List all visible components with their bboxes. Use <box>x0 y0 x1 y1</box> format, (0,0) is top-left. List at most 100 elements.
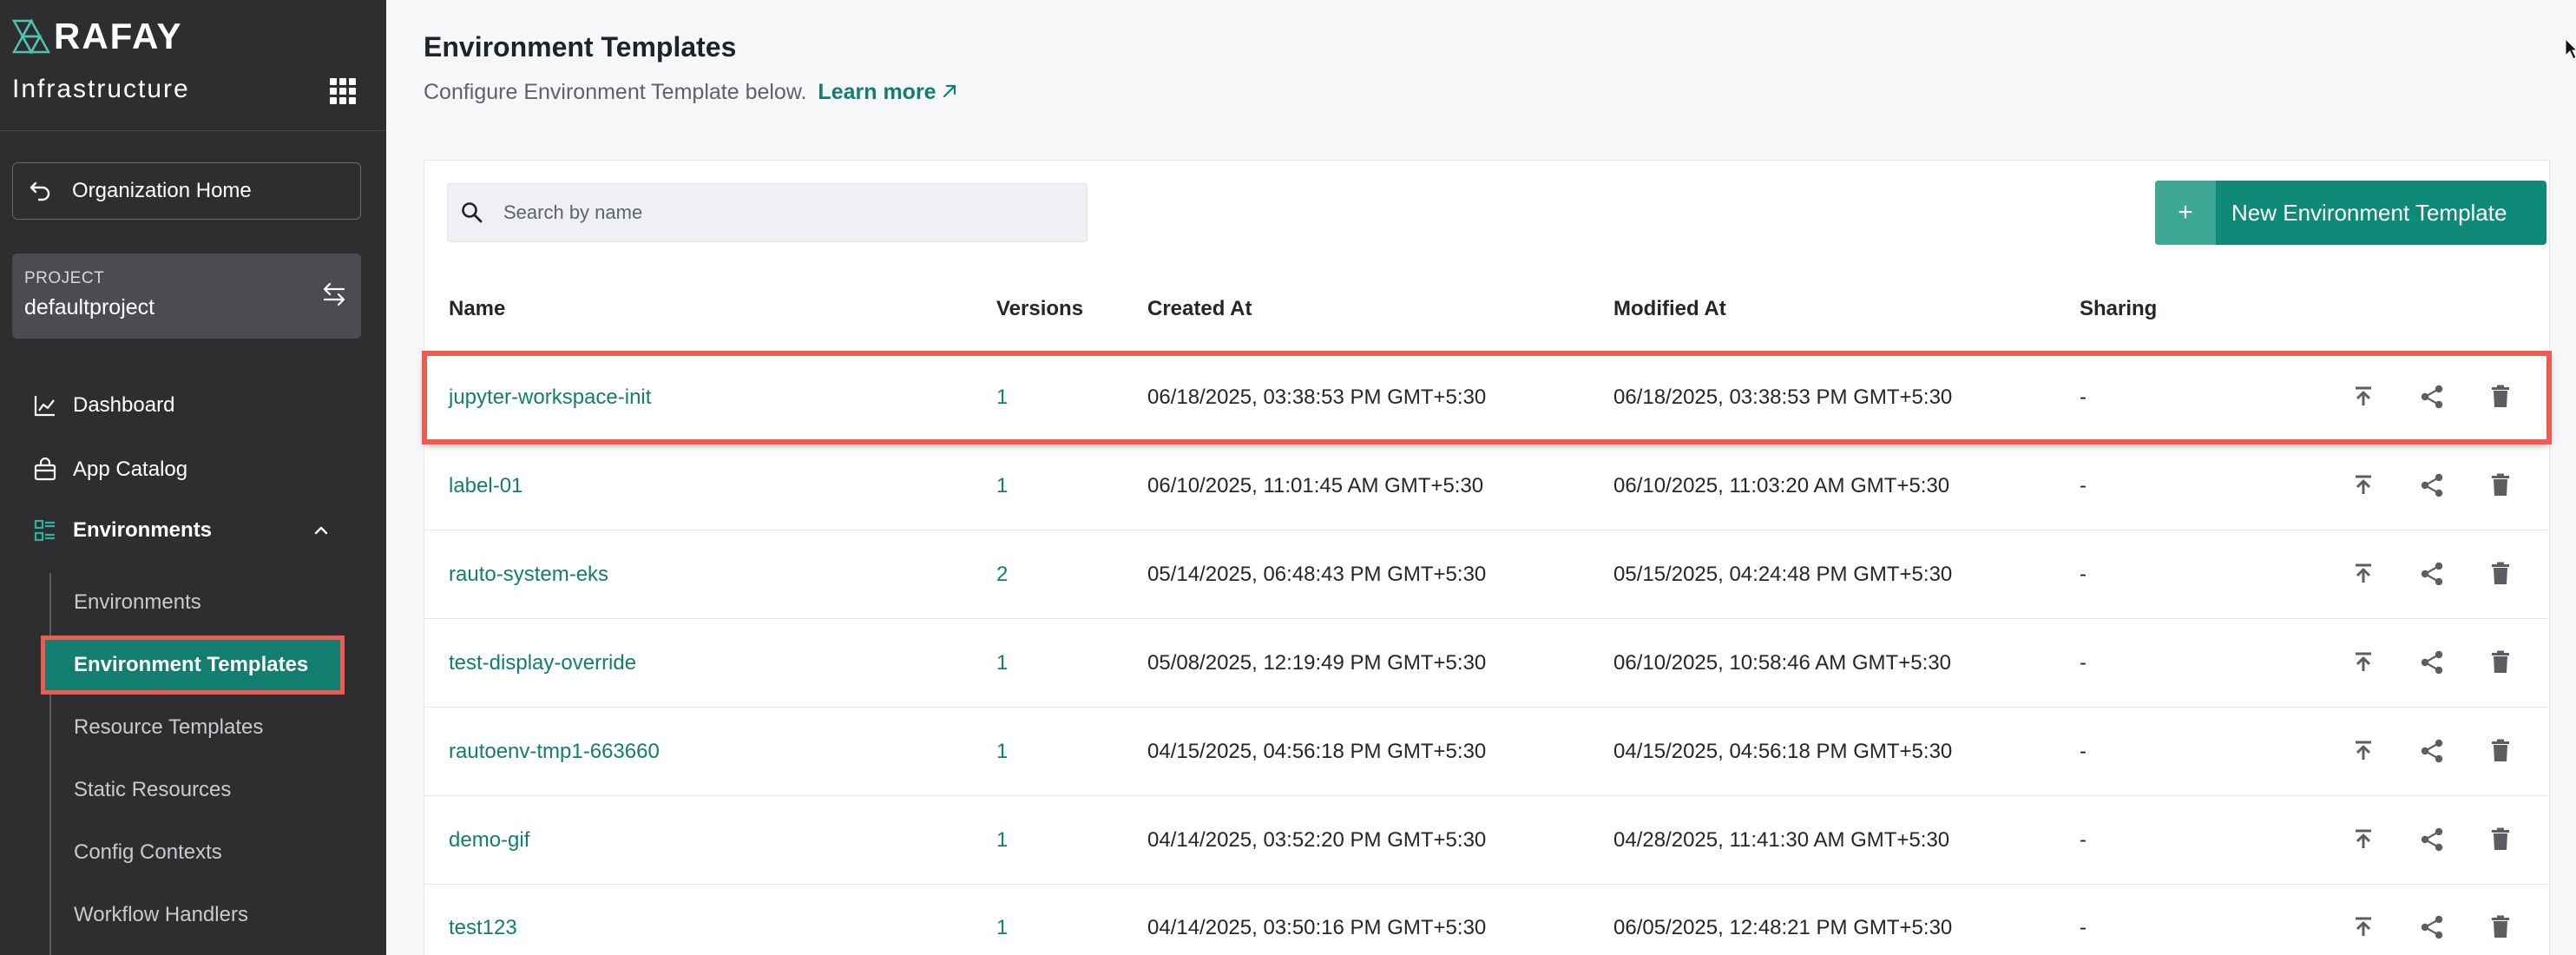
sidebar-subitem-config-contexts[interactable]: Config Contexts <box>74 831 222 874</box>
table-row[interactable]: test123 1 04/14/2025, 03:50:16 PM GMT+5:30… <box>424 884 2549 955</box>
mouse-cursor-icon <box>2565 38 2576 60</box>
section-title: Infrastructure <box>12 75 190 103</box>
template-name-link[interactable]: label-01 <box>449 442 522 530</box>
page-header <box>386 0 2576 139</box>
template-versions-link[interactable]: 1 <box>996 619 1008 707</box>
sidebar-item-app-catalog[interactable]: App Catalog <box>12 446 361 493</box>
sidebar-subitem-resource-templates[interactable]: Resource Templates <box>74 706 263 749</box>
created-at-cell: 05/08/2025, 12:19:49 PM GMT+5:30 <box>1147 650 1487 675</box>
template-versions-link[interactable]: 1 <box>996 796 1008 884</box>
table-row[interactable]: rauto-system-eks 2 05/14/2025, 06:48:43 PM… <box>424 530 2549 619</box>
sidebar-item-dashboard[interactable]: Dashboard <box>12 382 361 429</box>
back-arrow-icon <box>30 181 50 201</box>
created-at-cell: 04/15/2025, 04:56:18 PM GMT+5:30 <box>1147 739 1487 763</box>
sidebar-divider <box>0 130 386 131</box>
search-icon <box>462 202 483 223</box>
share-icon[interactable] <box>2417 736 2447 766</box>
modified-at-cell: 04/28/2025, 11:41:30 AM GMT+5:30 <box>1613 827 1950 852</box>
organization-home-button[interactable]: Organization Home <box>12 162 361 220</box>
sidebar-item-label: Dashboard <box>73 393 175 417</box>
template-versions-link[interactable]: 1 <box>996 884 1008 955</box>
modified-at-cell: 06/18/2025, 03:38:53 PM GMT+5:30 <box>1613 385 1953 409</box>
trash-icon[interactable] <box>2486 825 2515 854</box>
new-environment-template-button[interactable]: + New Environment Template <box>2155 181 2546 245</box>
trash-icon[interactable] <box>2486 471 2515 500</box>
trash-icon[interactable] <box>2486 912 2515 942</box>
sidebar-subitem-environments[interactable]: Environments <box>74 581 201 624</box>
page-subtitle-text: Configure Environment Template below. <box>424 80 807 104</box>
modified-at-cell: 06/10/2025, 10:58:46 AM GMT+5:30 <box>1613 650 1951 675</box>
plus-icon: + <box>2155 181 2216 245</box>
share-icon[interactable] <box>2417 559 2447 589</box>
logo-text: RAFAY <box>54 16 183 56</box>
catalog-bag-icon <box>34 458 56 481</box>
page-title: Environment Templates <box>424 31 737 63</box>
project-value: defaultproject <box>24 295 155 319</box>
template-name-link[interactable]: jupyter-workspace-init <box>449 353 651 441</box>
template-name-link[interactable]: rauto-system-eks <box>449 530 608 618</box>
sidebar-subitem-environment-templates[interactable]: Environment Templates <box>41 636 345 695</box>
chevron-up-icon[interactable] <box>311 520 332 541</box>
table-row[interactable]: demo-gif 1 04/14/2025, 03:52:20 PM GMT+5:3… <box>424 796 2549 885</box>
trash-icon[interactable] <box>2486 736 2515 766</box>
publish-icon[interactable] <box>2349 648 2378 677</box>
page-subtitle: Configure Environment Template below. Le… <box>424 80 959 105</box>
template-name-link[interactable]: rautoenv-tmp1-663660 <box>449 708 660 795</box>
trash-icon[interactable] <box>2486 382 2515 412</box>
share-icon[interactable] <box>2417 912 2447 942</box>
template-versions-link[interactable]: 1 <box>996 442 1008 530</box>
learn-more-link[interactable]: Learn more <box>818 80 958 104</box>
publish-icon[interactable] <box>2349 912 2378 942</box>
template-name-link[interactable]: demo-gif <box>449 796 529 884</box>
table-row[interactable]: label-01 1 06/10/2025, 11:01:45 AM GMT+5:3… <box>424 442 2549 530</box>
publish-icon[interactable] <box>2349 559 2378 589</box>
created-at-cell: 06/18/2025, 03:38:53 PM GMT+5:30 <box>1147 385 1487 409</box>
sharing-cell: - <box>2080 915 2086 939</box>
search-box[interactable] <box>447 183 1088 242</box>
template-versions-link[interactable]: 1 <box>996 708 1008 795</box>
share-icon[interactable] <box>2417 471 2447 500</box>
modified-at-cell: 06/10/2025, 11:03:20 AM GMT+5:30 <box>1613 473 1950 497</box>
template-name-link[interactable]: test-display-override <box>449 619 636 707</box>
publish-icon[interactable] <box>2349 471 2378 500</box>
sidebar-item-environments-group[interactable]: Environments <box>12 507 361 554</box>
column-header-versions[interactable]: Versions <box>996 297 1083 321</box>
dashboard-chart-icon <box>34 396 55 417</box>
project-selector[interactable]: PROJECT defaultproject <box>12 254 361 339</box>
column-header-sharing[interactable]: Sharing <box>2080 297 2157 321</box>
created-at-cell: 04/14/2025, 03:52:20 PM GMT+5:30 <box>1147 827 1487 852</box>
organization-home-label: Organization Home <box>72 179 252 202</box>
publish-icon[interactable] <box>2349 382 2378 412</box>
publish-icon[interactable] <box>2349 736 2378 766</box>
modified-at-cell: 06/05/2025, 12:48:21 PM GMT+5:30 <box>1613 915 1953 939</box>
table-row[interactable]: rautoenv-tmp1-663660 1 04/15/2025, 04:56:1… <box>424 708 2549 796</box>
sharing-cell: - <box>2080 385 2086 409</box>
publish-icon[interactable] <box>2349 825 2378 854</box>
search-input[interactable] <box>503 201 1059 224</box>
logo-icon <box>11 18 51 55</box>
column-header-created-at[interactable]: Created At <box>1147 297 1252 321</box>
share-icon[interactable] <box>2417 825 2447 854</box>
created-at-cell: 04/14/2025, 03:50:16 PM GMT+5:30 <box>1147 915 1487 939</box>
table-row[interactable]: jupyter-workspace-init 1 06/18/2025, 03:38… <box>422 351 2552 445</box>
column-header-name[interactable]: Name <box>449 297 505 321</box>
app-grid-icon[interactable] <box>330 78 356 104</box>
brand-logo[interactable]: RAFAY <box>10 16 183 57</box>
template-versions-link[interactable]: 1 <box>996 353 1008 441</box>
sidebar-subitem-workflow-handlers[interactable]: Workflow Handlers <box>74 893 248 937</box>
project-label: PROJECT <box>24 269 105 287</box>
template-name-link[interactable]: test123 <box>449 884 517 955</box>
trash-icon[interactable] <box>2486 559 2515 589</box>
submenu-guide-line <box>49 573 51 955</box>
column-header-modified-at[interactable]: Modified At <box>1613 297 1726 321</box>
sidebar-subitem-static-resources[interactable]: Static Resources <box>74 768 231 812</box>
template-versions-link[interactable]: 2 <box>996 530 1008 618</box>
table-row[interactable]: test-display-override 1 05/08/2025, 12:19:… <box>424 619 2549 708</box>
created-at-cell: 05/14/2025, 06:48:43 PM GMT+5:30 <box>1147 562 1487 586</box>
sidebar-item-label: Environments <box>73 518 213 542</box>
share-icon[interactable] <box>2417 648 2447 677</box>
trash-icon[interactable] <box>2486 648 2515 677</box>
share-icon[interactable] <box>2417 382 2447 412</box>
swap-icon[interactable] <box>319 280 349 309</box>
sharing-cell: - <box>2080 739 2086 763</box>
